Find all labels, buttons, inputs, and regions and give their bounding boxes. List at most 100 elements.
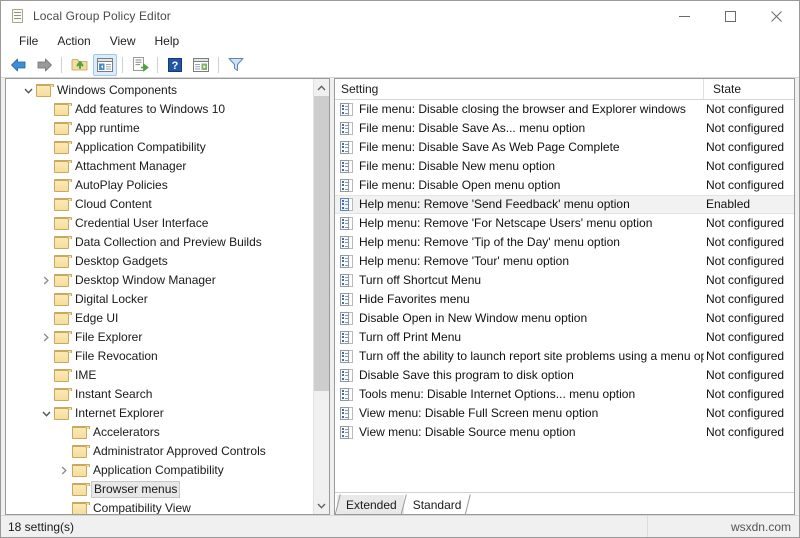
folder-icon	[72, 444, 90, 459]
back-button[interactable]	[6, 54, 30, 76]
table-row[interactable]: Hide Favorites menu Not configured	[335, 290, 794, 309]
cell-state: Not configured	[706, 178, 785, 192]
table-row[interactable]: Disable Save this program to disk option…	[335, 366, 794, 385]
table-row[interactable]: Help menu: Remove 'Tip of the Day' menu …	[335, 233, 794, 252]
table-row[interactable]: File menu: Disable New menu option Not co…	[335, 157, 794, 176]
tree-node[interactable]: Desktop Gadgets	[6, 252, 313, 271]
chevron-right-icon[interactable]	[38, 271, 54, 290]
cell-state: Not configured	[706, 102, 785, 116]
tree-node[interactable]: Windows Components	[6, 81, 313, 100]
close-button[interactable]	[753, 1, 799, 31]
window-title: Local Group Policy Editor	[33, 9, 171, 23]
policy-tree[interactable]: Windows Components Add features to Window…	[6, 79, 313, 514]
folder-icon	[54, 292, 72, 307]
tree-vertical-scrollbar[interactable]	[313, 79, 329, 514]
table-row[interactable]: File menu: Disable closing the browser a…	[335, 100, 794, 119]
scroll-down-arrow-icon[interactable]	[314, 497, 329, 514]
up-one-level-button[interactable]	[67, 54, 91, 76]
scroll-up-arrow-icon[interactable]	[314, 79, 329, 96]
policy-setting-icon	[340, 273, 353, 288]
menu-action[interactable]: Action	[48, 32, 99, 51]
tree-node[interactable]: File Revocation	[6, 347, 313, 366]
tree-node[interactable]: Browser menus	[6, 480, 313, 499]
table-row[interactable]: File menu: Disable Open menu option Not c…	[335, 176, 794, 195]
tree-node-label: AutoPlay Policies	[75, 178, 168, 192]
cell-setting: File menu: Disable Save As... menu optio…	[359, 121, 586, 135]
tree-node[interactable]: Edge UI	[6, 309, 313, 328]
tree-node[interactable]: Application Compatibility	[6, 461, 313, 480]
tree-node-label: Browser menus	[91, 481, 181, 498]
tree-node[interactable]: Credential User Interface	[6, 214, 313, 233]
chevron-right-icon[interactable]	[38, 328, 54, 347]
cell-setting: File menu: Disable closing the browser a…	[359, 102, 686, 116]
chevron-down-icon[interactable]	[38, 404, 54, 423]
show-action-pane-button[interactable]	[189, 54, 213, 76]
tree-node[interactable]: Attachment Manager	[6, 157, 313, 176]
tree-scroll-thumb[interactable]	[314, 96, 329, 391]
table-row[interactable]: Help menu: Remove 'For Netscape Users' m…	[335, 214, 794, 233]
tree-node[interactable]: Application Compatibility	[6, 138, 313, 157]
cell-state: Not configured	[706, 349, 785, 363]
tree-node[interactable]: AutoPlay Policies	[6, 176, 313, 195]
table-row[interactable]: Help menu: Remove 'Send Feedback' menu o…	[335, 195, 794, 214]
table-row[interactable]: Help menu: Remove 'Tour' menu option Not …	[335, 252, 794, 271]
table-row[interactable]: Turn off the ability to launch report si…	[335, 347, 794, 366]
folder-icon	[72, 463, 90, 478]
table-row[interactable]: File menu: Disable Save As... menu optio…	[335, 119, 794, 138]
tree-node-label: Application Compatibility	[93, 463, 224, 477]
tree-node[interactable]: Add features to Windows 10	[6, 100, 313, 119]
folder-icon	[54, 330, 72, 345]
table-row[interactable]: Turn off Shortcut Menu Not configured	[335, 271, 794, 290]
cell-setting: Help menu: Remove 'Tour' menu option	[359, 254, 570, 268]
title-bar: Local Group Policy Editor	[1, 1, 799, 31]
policy-setting-icon	[340, 425, 353, 440]
forward-button[interactable]	[32, 54, 56, 76]
tree-node[interactable]: App runtime	[6, 119, 313, 138]
settings-list[interactable]: File menu: Disable closing the browser a…	[335, 100, 794, 492]
tree-node-label: Instant Search	[75, 387, 153, 401]
window-controls	[661, 1, 799, 31]
show-hide-console-tree-button[interactable]	[93, 53, 117, 76]
menu-file[interactable]: File	[10, 32, 47, 51]
chevron-right-icon[interactable]	[56, 461, 72, 480]
minimize-button[interactable]	[661, 1, 707, 31]
tree-node[interactable]: Desktop Window Manager	[6, 271, 313, 290]
tree-node[interactable]: Compatibility View	[6, 499, 313, 514]
menu-help[interactable]: Help	[146, 32, 189, 51]
chevron-down-icon[interactable]	[20, 81, 36, 100]
table-row[interactable]: View menu: Disable Full Screen menu opti…	[335, 404, 794, 423]
tab-extended-label: Extended	[346, 497, 397, 512]
tab-extended[interactable]: Extended	[337, 495, 404, 514]
tree-node[interactable]: Instant Search	[6, 385, 313, 404]
tree-node[interactable]: Cloud Content	[6, 195, 313, 214]
filter-button[interactable]	[224, 54, 248, 76]
table-row[interactable]: Disable Open in New Window menu option No…	[335, 309, 794, 328]
table-row[interactable]: Turn off Print Menu Not configured	[335, 328, 794, 347]
tree-node[interactable]: Administrator Approved Controls	[6, 442, 313, 461]
tree-node[interactable]: IME	[6, 366, 313, 385]
tree-node[interactable]: Digital Locker	[6, 290, 313, 309]
tree-node[interactable]: Internet Explorer	[6, 404, 313, 423]
help-button[interactable]: ?	[163, 54, 187, 76]
tab-standard[interactable]: Standard	[404, 495, 469, 514]
policy-setting-icon	[340, 406, 353, 421]
folder-icon	[54, 387, 72, 402]
tree-node[interactable]: Data Collection and Preview Builds	[6, 233, 313, 252]
column-header-state[interactable]: State	[704, 79, 794, 99]
tree-twisty-placeholder	[38, 214, 54, 233]
tree-node[interactable]: File Explorer	[6, 328, 313, 347]
menu-view[interactable]: View	[101, 32, 145, 51]
tree-twisty-placeholder	[38, 290, 54, 309]
maximize-button[interactable]	[707, 1, 753, 31]
export-list-button[interactable]	[128, 54, 152, 76]
folder-icon	[54, 254, 72, 269]
tree-twisty-placeholder	[56, 499, 72, 514]
tree-node[interactable]: Accelerators	[6, 423, 313, 442]
table-row[interactable]: File menu: Disable Save As Web Page Comp…	[335, 138, 794, 157]
tree-scroll-track[interactable]	[314, 96, 329, 497]
table-row[interactable]: Tools menu: Disable Internet Options... …	[335, 385, 794, 404]
cell-state: Not configured	[706, 406, 785, 420]
column-header-setting[interactable]: Setting	[335, 79, 704, 99]
cell-state: Not configured	[706, 254, 785, 268]
table-row[interactable]: View menu: Disable Source menu option Not…	[335, 423, 794, 442]
